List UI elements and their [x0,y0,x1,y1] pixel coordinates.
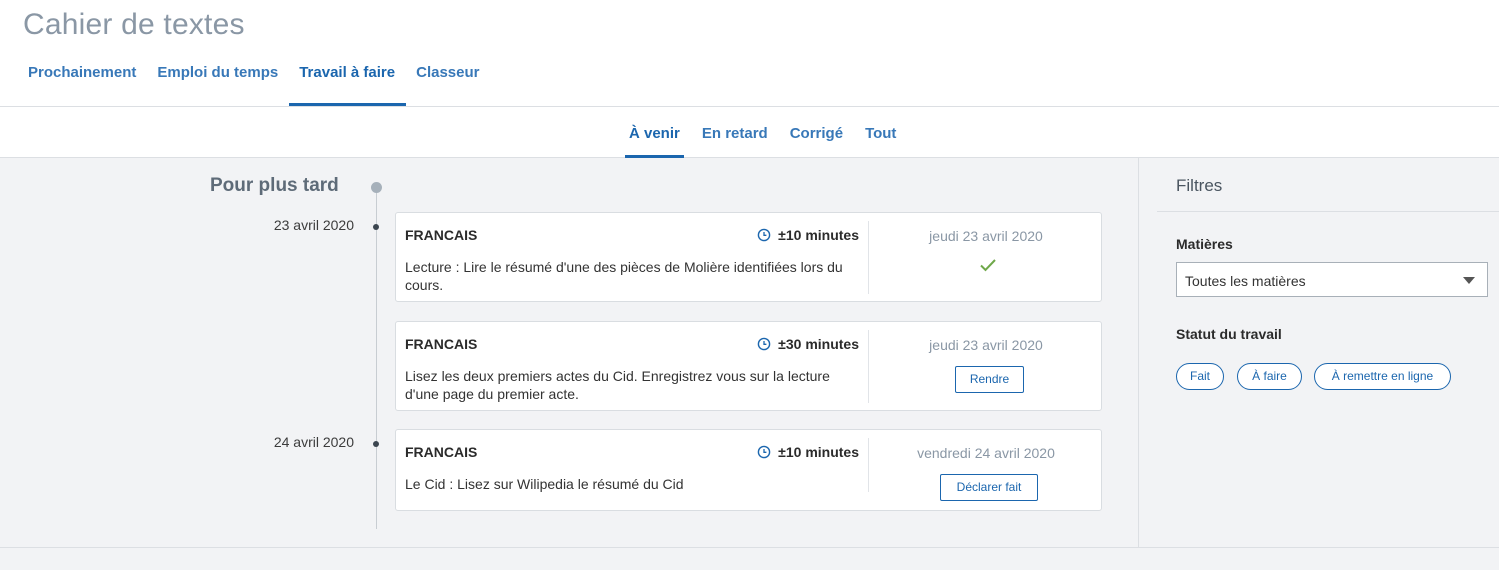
subtab-en-retard[interactable]: En retard [698,107,772,157]
subtab-a-venir[interactable]: À venir [625,107,684,158]
footer-strip [0,548,1499,570]
subjects-filter-label: Matières [1176,236,1233,252]
filters-panel: Filtres Matières Toutes les matières Sta… [1138,158,1499,547]
filters-title: Filtres [1176,176,1223,195]
subject-label: FRANCAIS [405,444,478,460]
page-title: Cahier de textes [23,8,245,41]
due-date: vendredi 24 avril 2020 [917,445,1055,461]
tab-emploi-du-temps[interactable]: Emploi du temps [147,58,289,105]
subjects-select-value: Toutes les matières [1185,273,1306,289]
clock-icon [757,445,771,459]
section-title: Pour plus tard [210,175,339,196]
homework-card: FRANCAIS ±10 minutes Le Cid : Lisez sur … [395,429,1102,511]
date-dot [373,441,379,447]
homework-card: FRANCAIS ±30 minutes Lisez les deux prem… [395,321,1102,411]
due-date: jeudi 23 avril 2020 [929,228,1043,244]
duration: ±10 minutes [757,444,859,460]
content-area: Pour plus tard 23 avril 2020 FRANCAIS ±1… [0,158,1499,548]
subjects-select[interactable]: Toutes les matières [1176,262,1488,297]
duration: ±30 minutes [757,336,859,352]
section-dot [371,182,382,193]
due-date: jeudi 23 avril 2020 [929,337,1043,353]
caret-down-icon [1463,277,1475,284]
homework-description: Lisez les deux premiers actes du Cid. En… [405,368,830,402]
main-tabs: Prochainement Emploi du temps Travail à … [18,58,491,106]
page-header: Cahier de textes Prochainement Emploi du… [0,0,1499,107]
duration-label: ±10 minutes [778,227,859,243]
sub-navigation: À venir En retard Corrigé Tout [0,107,1499,158]
date-label: 23 avril 2020 [273,217,354,233]
clock-icon [757,228,771,242]
homework-description: Le Cid : Lisez sur Wilipedia le résumé d… [405,476,684,492]
status-filter-label: Statut du travail [1176,326,1282,342]
duration-label: ±30 minutes [778,336,859,352]
subject-label: FRANCAIS [405,336,478,352]
subtab-tout[interactable]: Tout [861,107,900,157]
duration-label: ±10 minutes [778,444,859,460]
tab-prochainement[interactable]: Prochainement [18,58,147,105]
duration: ±10 minutes [757,227,859,243]
tab-travail-a-faire[interactable]: Travail à faire [289,58,407,106]
clock-icon [757,337,771,351]
subtab-corrige[interactable]: Corrigé [786,107,847,157]
rendre-button[interactable]: Rendre [955,366,1024,393]
status-pill-a-faire[interactable]: À faire [1237,363,1302,390]
subject-label: FRANCAIS [405,227,478,243]
homework-description: Lecture : Lire le résumé d'une des pièce… [405,259,843,293]
check-icon [980,259,996,272]
status-pill-a-remettre-en-ligne[interactable]: À remettre en ligne [1314,363,1451,390]
date-dot [373,224,379,230]
status-pill-fait[interactable]: Fait [1176,363,1224,390]
tab-classeur[interactable]: Classeur [406,58,490,105]
filters-divider [1157,211,1499,212]
homework-card: FRANCAIS ±10 minutes Lecture : Lire le r… [395,212,1102,302]
timeline-line [376,186,377,529]
declarer-fait-button[interactable]: Déclarer fait [940,474,1038,501]
date-label: 24 avril 2020 [273,434,354,450]
